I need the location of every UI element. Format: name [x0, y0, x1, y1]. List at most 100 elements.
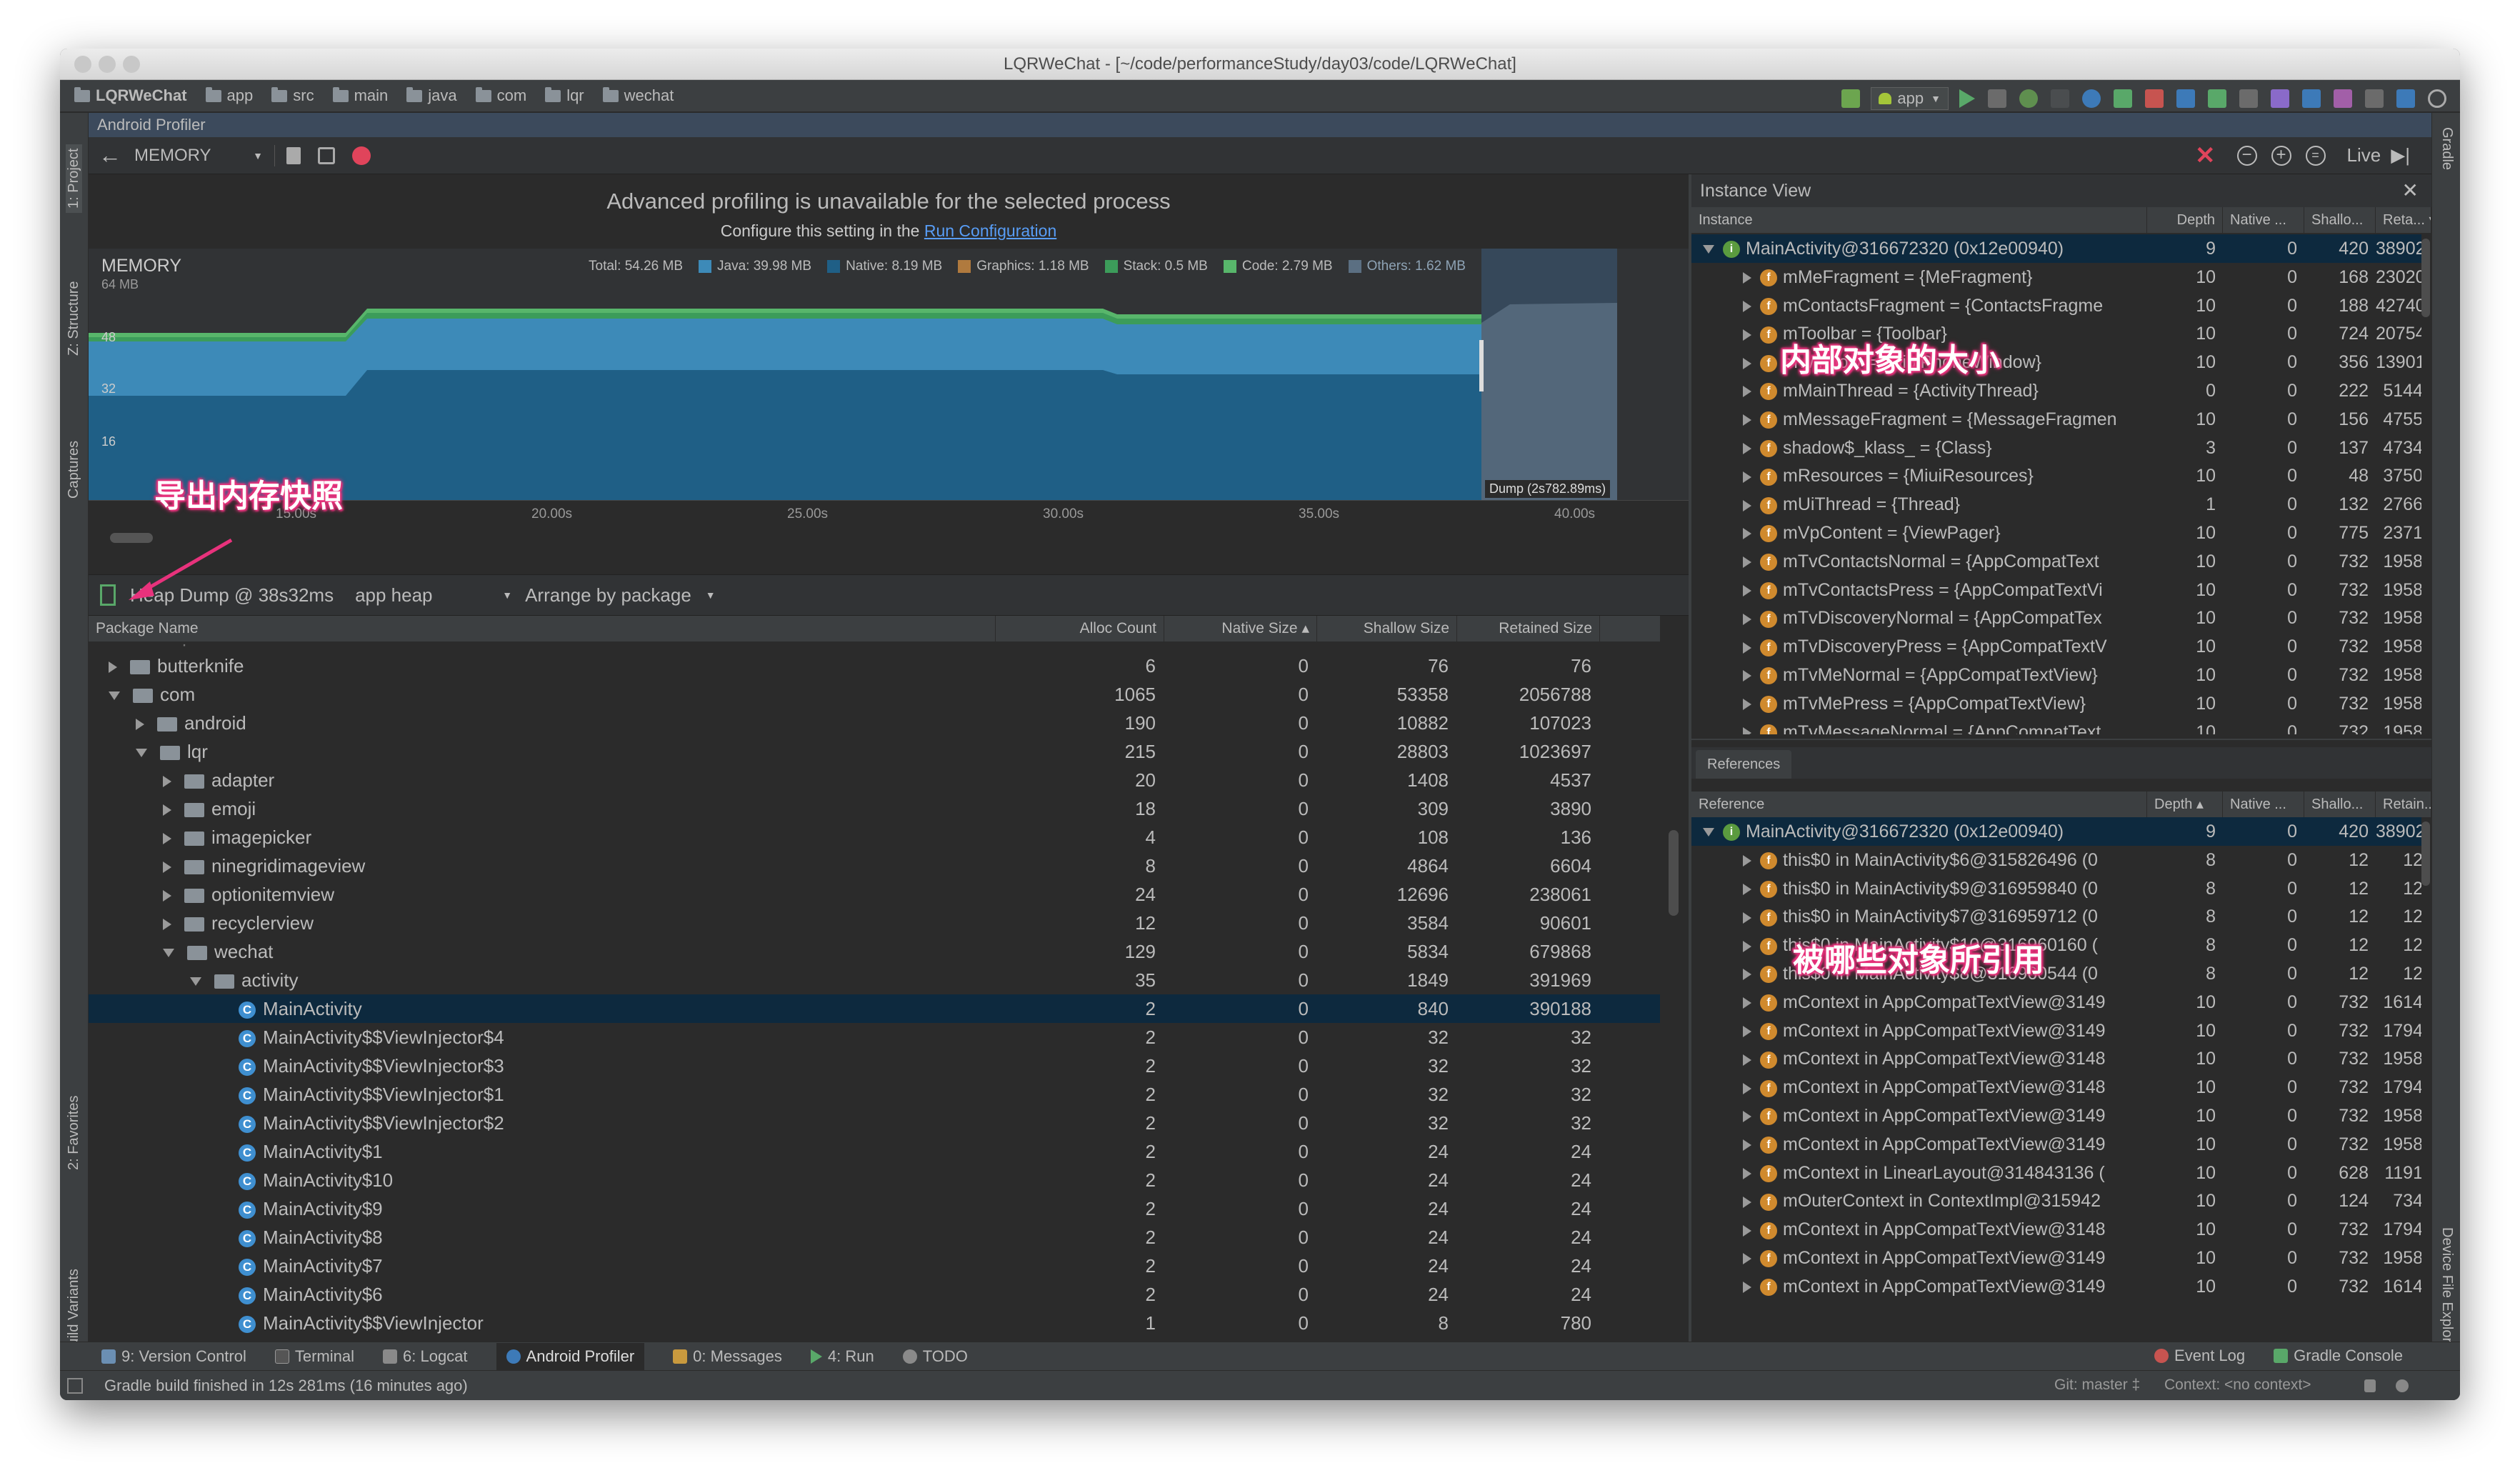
- expand-arrow-icon[interactable]: [1743, 1139, 1751, 1152]
- run-config-select[interactable]: app ▼: [1871, 87, 1949, 110]
- heap-row[interactable]: C MainActivity$7 2 0 24 24: [89, 1252, 1660, 1280]
- col-alloc-count[interactable]: Alloc Count: [996, 616, 1164, 641]
- expand-arrow-icon[interactable]: [1743, 940, 1751, 952]
- expand-arrow-icon[interactable]: [163, 890, 171, 902]
- dump-marker[interactable]: [1479, 340, 1484, 391]
- heap-row[interactable]: com 1065 0 53358 2056788: [89, 680, 1660, 709]
- col-depth[interactable]: Depth ▴: [2147, 792, 2223, 817]
- project-structure-icon[interactable]: [2396, 89, 2415, 108]
- heap-row[interactable]: wechat 129 0 5834 679868: [89, 937, 1660, 966]
- instance-row[interactable]: f mTvContactsNormal = {AppCompatText 10 0 73…: [1691, 547, 2421, 576]
- reference-row[interactable]: f mContext in AppCompatTextView@3149 10 0 73…: [1691, 1130, 2421, 1159]
- heap-row[interactable]: recyclerview 12 0 3584 90601: [89, 909, 1660, 937]
- expand-arrow-icon[interactable]: [1743, 386, 1751, 398]
- instance-row[interactable]: f mMainThread = {ActivityThread} 0 0 222 5144: [1691, 376, 2421, 405]
- tab-references[interactable]: References: [1696, 750, 1792, 779]
- tab-captures[interactable]: Captures: [66, 441, 82, 499]
- lock-icon[interactable]: [2364, 1379, 2376, 1392]
- close-icon[interactable]: ✕: [2195, 141, 2216, 170]
- expand-arrow-icon[interactable]: [1743, 528, 1751, 540]
- close-icon[interactable]: ✕: [2402, 174, 2419, 207]
- run-icon[interactable]: [1959, 89, 1975, 108]
- reference-row[interactable]: f this$0 in MainActivity$9@316959840 (0 8 0…: [1691, 874, 2421, 903]
- zoom-out-icon[interactable]: −: [2236, 145, 2257, 166]
- stop-icon[interactable]: [2145, 89, 2164, 108]
- instance-row[interactable]: f mContactsFragment = {ContactsFragme 10 0 1…: [1691, 291, 2421, 320]
- expand-arrow-icon[interactable]: [1743, 1196, 1751, 1208]
- heap-scrollbar[interactable]: [1669, 830, 1679, 916]
- heap-row[interactable]: C MainActivity$8 2 0 24 24: [89, 1223, 1660, 1252]
- expand-arrow-icon[interactable]: [1743, 726, 1751, 734]
- expand-arrow-icon[interactable]: [1743, 272, 1751, 284]
- expand-arrow-icon[interactable]: [1743, 997, 1751, 1009]
- collapse-arrow-icon[interactable]: [163, 949, 174, 958]
- instance-row[interactable]: f mUiThread = {Thread} 1 0 132 2766: [1691, 490, 2421, 519]
- build-icon[interactable]: [1841, 89, 1861, 108]
- expand-arrow-icon[interactable]: [1743, 556, 1751, 569]
- heap-row[interactable]: C MainActivity$10 2 0 24 24: [89, 1166, 1660, 1194]
- instance-row[interactable]: f mTvMessageNormal = {AppCompatText 10 0 732…: [1691, 718, 2421, 734]
- tab-todo[interactable]: TODO: [902, 1347, 968, 1366]
- tab-version-control[interactable]: 9: Version Control: [101, 1347, 246, 1366]
- reset-zoom-icon[interactable]: =: [2305, 145, 2326, 166]
- tool-windows-icon[interactable]: [67, 1378, 83, 1394]
- heap-row[interactable]: imagepicker 4 0 108 136: [89, 823, 1660, 852]
- breadcrumb-item[interactable]: app: [205, 86, 253, 105]
- reference-row[interactable]: f this$0 in MainActivity$7@316959712 (0 8 0…: [1691, 902, 2421, 931]
- expand-arrow-icon[interactable]: [1743, 969, 1751, 981]
- heap-row[interactable]: emoji 18 0 309 3890: [89, 794, 1660, 823]
- expand-arrow-icon[interactable]: [1743, 1224, 1751, 1237]
- heap-select[interactable]: app heap ▼: [355, 584, 512, 606]
- expand-arrow-icon[interactable]: [1743, 414, 1751, 426]
- export-heap-dump-icon[interactable]: [100, 584, 116, 606]
- back-arrow-icon[interactable]: ←: [99, 142, 121, 169]
- expand-arrow-icon[interactable]: [1743, 1025, 1751, 1037]
- tab-project[interactable]: 1: Project: [66, 144, 82, 213]
- reference-row[interactable]: f mContext in AppCompatTextView@3149 10 0 73…: [1691, 1102, 2421, 1130]
- breadcrumb-item[interactable]: LQRWeChat: [74, 86, 187, 105]
- expand-arrow-icon[interactable]: [163, 919, 171, 931]
- tab-logcat[interactable]: 6: Logcat: [383, 1347, 468, 1366]
- expand-arrow-icon[interactable]: [1743, 641, 1751, 654]
- reference-row[interactable]: f this$0 in MainActivity$6@315826496 (0 8 0…: [1691, 846, 2421, 874]
- instance-row[interactable]: f shadow$_klass_ = {Class} 3 0 137 4734: [1691, 434, 2421, 462]
- heap-row[interactable]: C MainActivity 2 0 840 390188: [89, 994, 1660, 1023]
- profile-icon[interactable]: [2082, 89, 2101, 108]
- breadcrumb-item[interactable]: com: [475, 86, 526, 105]
- tab-android-profiler[interactable]: Android Profiler: [496, 1342, 645, 1370]
- instance-row[interactable]: i MainActivity@316672320 (0x12e00940) 9 0 42…: [1691, 234, 2421, 263]
- reference-row[interactable]: f mContext in AppCompatTextView@3148 10 0 73…: [1691, 1073, 2421, 1102]
- heap-row[interactable]: C MainActivity$$ViewInjector$1 2 0 32 32: [89, 1080, 1660, 1109]
- breadcrumb-item[interactable]: main: [332, 86, 388, 105]
- heap-row[interactable]: C MainActivity$1 2 0 24 24: [89, 1137, 1660, 1166]
- tab-terminal[interactable]: Terminal: [274, 1347, 354, 1366]
- tab-device-file-explorer[interactable]: Device File Explorer: [2439, 1227, 2455, 1355]
- sync-icon[interactable]: [2365, 89, 2384, 108]
- instance-row[interactable]: f mTvMePress = {AppCompatTextView} 10 0 732 1…: [1691, 689, 2421, 718]
- expand-arrow-icon[interactable]: [1743, 471, 1751, 483]
- col-retained[interactable]: Retain...: [2376, 792, 2431, 817]
- avd-manager-icon[interactable]: [2334, 89, 2352, 108]
- heap-row[interactable]: lqr 215 0 28803 1023697: [89, 737, 1660, 766]
- revert-icon[interactable]: [2271, 89, 2289, 108]
- heap-row[interactable]: C MainActivity$$ViewInjector$2 2 0 32 32: [89, 1109, 1660, 1137]
- vcs-commit-icon[interactable]: [2208, 89, 2226, 108]
- expand-arrow-icon[interactable]: [1743, 670, 1751, 682]
- expand-arrow-icon[interactable]: [1743, 1082, 1751, 1094]
- sdk-manager-icon[interactable]: [2302, 89, 2321, 108]
- collapse-arrow-icon[interactable]: [1703, 245, 1714, 254]
- reference-row[interactable]: f mContext in AppCompatTextView@3149 10 0 73…: [1691, 1244, 2421, 1272]
- heap-row[interactable]: C MainActivity$$ViewInjector$3 2 0 32 32: [89, 1052, 1660, 1080]
- col-native[interactable]: Native ...: [2223, 792, 2304, 817]
- heap-row[interactable]: android 190 0 10882 107023: [89, 709, 1660, 737]
- references-scrollbar[interactable]: [2421, 822, 2430, 886]
- collapse-arrow-icon[interactable]: [1703, 828, 1714, 837]
- expand-arrow-icon[interactable]: [163, 804, 171, 817]
- arrange-select[interactable]: Arrange by package ▼: [525, 584, 739, 606]
- heap-row[interactable]: C MainActivity$$ViewInjector 1 0 8 780: [89, 1309, 1660, 1337]
- breadcrumb-item[interactable]: java: [406, 86, 457, 105]
- reference-row[interactable]: f mContext in AppCompatTextView@3149 10 0 73…: [1691, 1017, 2421, 1045]
- tab-gradle-console[interactable]: Gradle Console: [2274, 1347, 2403, 1365]
- expand-arrow-icon[interactable]: [1743, 1253, 1751, 1265]
- heap-dump-icon[interactable]: [318, 146, 335, 164]
